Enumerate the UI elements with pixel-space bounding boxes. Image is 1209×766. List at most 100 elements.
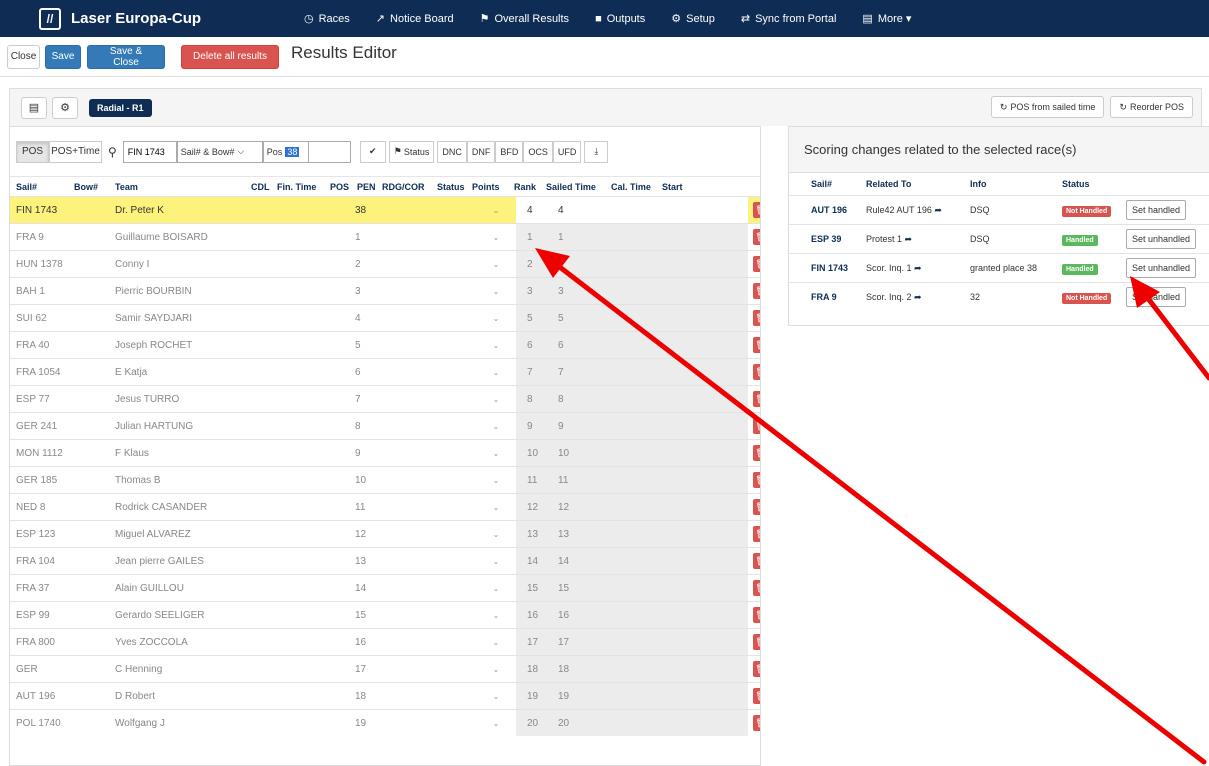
status-code-bfd-button[interactable]: BFD bbox=[495, 140, 524, 163]
table-row[interactable]: FIN 1743Dr. Peter K38 ⌄ 44 🗑 bbox=[10, 196, 760, 223]
nav-item-more[interactable]: ▤ More ▾ bbox=[849, 0, 924, 37]
cell-pos[interactable]: 17 bbox=[355, 664, 476, 675]
cell-team[interactable]: Conny I bbox=[115, 259, 355, 270]
cell-sail[interactable]: ESP 77 bbox=[10, 394, 115, 405]
delete-row-button[interactable]: 🗑 bbox=[753, 283, 760, 299]
table-row[interactable]: MON 1112F Klaus9 ⌄ 1010 🗑 bbox=[10, 439, 760, 466]
save-close-button[interactable]: Save & Close bbox=[87, 44, 165, 69]
status-dropdown[interactable]: ⌄ bbox=[476, 287, 516, 296]
cell-pos[interactable]: 10 bbox=[355, 475, 476, 486]
delete-row-button[interactable]: 🗑 bbox=[753, 202, 760, 218]
cell-team[interactable]: C Henning bbox=[115, 664, 355, 675]
nav-item-outputs[interactable]: ■ Outputs bbox=[582, 0, 658, 37]
cell-pos[interactable]: 12 bbox=[355, 529, 476, 540]
cell-pos[interactable]: 9 bbox=[355, 448, 476, 459]
status-dropdown[interactable]: ⌄ bbox=[476, 233, 516, 242]
sail-number-input[interactable] bbox=[122, 140, 177, 163]
nav-item-races[interactable]: ◷ Races bbox=[291, 0, 363, 37]
status-dropdown[interactable]: ⌄ bbox=[476, 557, 516, 566]
delete-row-button[interactable]: 🗑 bbox=[753, 553, 760, 569]
status-code-ufd-button[interactable]: UFD bbox=[552, 140, 582, 163]
col-rank[interactable]: Rank bbox=[514, 182, 546, 192]
col-bow[interactable]: Bow# bbox=[74, 182, 115, 192]
cell-team[interactable]: Pierric BOURBIN bbox=[115, 286, 355, 297]
status-dropdown[interactable]: ⌄ bbox=[476, 692, 516, 701]
cell-sail[interactable]: GER 241 bbox=[10, 421, 115, 432]
cell-sail[interactable]: MON 1112 bbox=[10, 448, 115, 459]
col-fin-time[interactable]: Fin. Time bbox=[277, 182, 330, 192]
col-pen[interactable]: PEN bbox=[357, 182, 382, 192]
cell-sail[interactable]: SUI 62 bbox=[10, 313, 115, 324]
cell-pos[interactable]: 16 bbox=[355, 637, 476, 648]
status-dropdown[interactable]: ⌄ bbox=[476, 260, 516, 269]
race-badge[interactable]: Radial - R1 bbox=[89, 98, 152, 117]
status-dropdown[interactable]: ⌄ bbox=[476, 665, 516, 674]
delete-row-button[interactable]: 🗑 bbox=[753, 715, 760, 731]
cell-pos[interactable]: 5 bbox=[355, 340, 476, 351]
cell-team[interactable]: E Katja bbox=[115, 367, 355, 378]
nav-item-setup[interactable]: ⚙ Setup bbox=[658, 0, 728, 37]
table-row[interactable]: AUT 196D Robert18 ⌄ 1919 🗑 bbox=[10, 682, 760, 709]
cell-sail[interactable]: FRA 1054 bbox=[10, 367, 115, 378]
col-cal-time[interactable]: Cal. Time bbox=[611, 182, 662, 192]
mode-pos-button[interactable]: POS bbox=[16, 140, 49, 163]
cell-sail[interactable]: FRA 9 bbox=[10, 232, 115, 243]
related-to-link[interactable]: Scor. Inq. 1 ➦ bbox=[866, 263, 970, 274]
status-dropdown[interactable]: ⌄ bbox=[476, 422, 516, 431]
delete-row-button[interactable]: 🗑 bbox=[753, 445, 760, 461]
cell-pos[interactable]: 1 bbox=[355, 232, 476, 243]
delete-row-button[interactable]: 🗑 bbox=[753, 391, 760, 407]
set-handled-toggle-button[interactable]: Set handled bbox=[1126, 200, 1187, 220]
table-row[interactable]: ESP 99Gerardo SEELIGER15 ⌄ 1616 🗑 bbox=[10, 601, 760, 628]
col-sail[interactable]: Sail# bbox=[10, 182, 74, 192]
save-icon[interactable]: ▤ bbox=[21, 96, 47, 119]
cell-pos[interactable]: 15 bbox=[355, 610, 476, 621]
col-cdl[interactable]: CDL bbox=[251, 182, 277, 192]
set-handled-toggle-button[interactable]: Set unhandled bbox=[1126, 229, 1197, 249]
related-to-link[interactable]: Scor. Inq. 2 ➦ bbox=[866, 292, 970, 303]
table-row[interactable]: HUN 1378Conny I2⌄22🗑 bbox=[10, 250, 760, 277]
status-dropdown[interactable]: ⌄ bbox=[476, 719, 516, 728]
download-button[interactable]: ⤓ bbox=[584, 140, 609, 163]
table-row[interactable]: FRA 104Jean pierre GAILES13 ⌄ 1414 🗑 bbox=[10, 547, 760, 574]
cell-team[interactable]: Rodrick CASANDER bbox=[115, 502, 355, 513]
status-button[interactable]: ⚑ Status bbox=[388, 140, 435, 163]
status-dropdown[interactable]: ⌄ bbox=[476, 503, 516, 512]
cell-team[interactable]: Guillaume BOISARD bbox=[115, 232, 355, 243]
table-row[interactable]: GERC Henning17 ⌄ 1818 🗑 bbox=[10, 655, 760, 682]
cell-pos[interactable]: 7 bbox=[355, 394, 476, 405]
table-row[interactable]: FRA 40Joseph ROCHET5 ⌄ 66 🗑 bbox=[10, 331, 760, 358]
status-dropdown[interactable]: ⌄ bbox=[476, 341, 516, 350]
delete-row-button[interactable]: 🗑 bbox=[753, 661, 760, 677]
status-code-dnc-button[interactable]: DNC bbox=[437, 140, 467, 163]
cell-team[interactable]: Gerardo SEELIGER bbox=[115, 610, 355, 621]
delete-row-button[interactable]: 🗑 bbox=[753, 634, 760, 650]
delete-row-button[interactable]: 🗑 bbox=[753, 256, 760, 272]
delete-row-button[interactable]: 🗑 bbox=[753, 229, 760, 245]
cell-pos[interactable]: 19 bbox=[355, 718, 476, 729]
status-dropdown[interactable]: ⌄ bbox=[476, 206, 516, 215]
table-row[interactable]: BAH 1Pierric BOURBIN3⌄33🗑 bbox=[10, 277, 760, 304]
cell-pos[interactable]: 13 bbox=[355, 556, 476, 567]
close-button[interactable]: Close bbox=[7, 44, 40, 69]
table-row[interactable]: ESP 123Miguel ALVAREZ12 ⌄ 1313 🗑 bbox=[10, 520, 760, 547]
app-title[interactable]: Laser Europa-Cup bbox=[71, 10, 291, 27]
status-dropdown[interactable]: ⌄ bbox=[476, 611, 516, 620]
status-dropdown[interactable]: ⌄ bbox=[476, 584, 516, 593]
col-status[interactable]: Status bbox=[437, 182, 472, 192]
related-to-link[interactable]: Rule42 AUT 196 ➦ bbox=[866, 205, 970, 216]
col-sailed-time[interactable]: Sailed Time bbox=[546, 182, 611, 192]
table-row[interactable]: POL 1740Wolfgang J19 ⌄ 2020 🗑 bbox=[10, 709, 760, 736]
cell-team[interactable]: Joseph ROCHET bbox=[115, 340, 355, 351]
status-dropdown[interactable]: ⌄ bbox=[476, 395, 516, 404]
delete-row-button[interactable]: 🗑 bbox=[753, 688, 760, 704]
cell-sail[interactable]: ESP 123 bbox=[10, 529, 115, 540]
table-row[interactable]: FRA 9Guillaume BOISARD1⌄11🗑 bbox=[10, 223, 760, 250]
cell-team[interactable]: Wolfgang J bbox=[115, 718, 355, 729]
cell-team[interactable]: Thomas B bbox=[115, 475, 355, 486]
delete-row-button[interactable]: 🗑 bbox=[753, 526, 760, 542]
nav-item-notice-board[interactable]: ↗ Notice Board bbox=[363, 0, 467, 37]
status-code-dnf-button[interactable]: DNF bbox=[466, 140, 496, 163]
cell-pos[interactable]: 14 bbox=[355, 583, 476, 594]
cell-team[interactable]: Jean pierre GAILES bbox=[115, 556, 355, 567]
